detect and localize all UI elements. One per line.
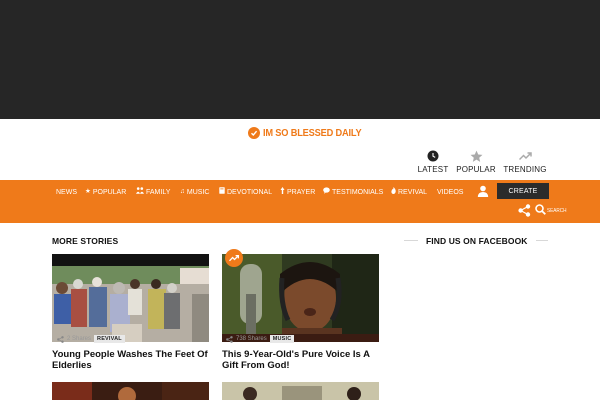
- search-button[interactable]: SEARCH: [535, 203, 570, 219]
- section-title-more-stories: MORE STORIES: [52, 236, 119, 246]
- nav-item-testimonials[interactable]: TESTIMONIALS: [323, 186, 383, 198]
- star-icon: [470, 149, 483, 163]
- story-image-elderly-feet-washing[interactable]: [52, 254, 209, 342]
- story-image-girl-singing[interactable]: [222, 254, 379, 342]
- quicknav-latest[interactable]: LATEST: [417, 149, 449, 175]
- trending-icon: [229, 249, 240, 267]
- nav-item-label: PRAYER: [287, 188, 316, 196]
- user-icon[interactable]: [477, 184, 489, 198]
- share-count: 2 Shares: [67, 335, 92, 342]
- nav-item-label: NEWS: [56, 188, 77, 196]
- section-title-facebook: FIND US ON FACEBOOK: [426, 236, 528, 246]
- search-label: SEARCH: [547, 208, 567, 214]
- trending-badge: [225, 249, 243, 267]
- nav-item-label: MUSIC: [186, 188, 210, 196]
- quicknav-latest-label: LATEST: [417, 165, 449, 174]
- story-title[interactable]: Young People Washes The Feet Of Elderlie…: [52, 349, 217, 371]
- clock-icon: [427, 149, 439, 163]
- section-divider: [404, 240, 418, 241]
- category-tag[interactable]: MUSIC: [269, 334, 295, 343]
- quicknav-trending-label: TRENDING: [503, 165, 547, 174]
- quicknav-trending[interactable]: TRENDING: [503, 149, 547, 175]
- nav-item-family[interactable]: FAMILY: [136, 186, 170, 198]
- story-meta: 738 Shares MUSIC: [226, 334, 295, 343]
- nav-item-revival[interactable]: REVIVAL: [391, 186, 427, 198]
- create-button[interactable]: CREATE: [497, 183, 549, 199]
- quicknav-popular-label: POPULAR: [456, 165, 496, 174]
- nav-item-label: TESTIMONIALS: [332, 188, 384, 196]
- flame-icon: [391, 187, 396, 197]
- search-icon: [535, 202, 546, 220]
- nav-item-devotional[interactable]: DEVOTIONAL: [219, 186, 272, 198]
- nav-item-label: VIDEOS: [437, 188, 464, 196]
- music-icon: ♫: [180, 187, 185, 195]
- check-icon: [248, 127, 260, 139]
- category-tag[interactable]: REVIVAL: [94, 334, 125, 343]
- nav-item-label: DEVOTIONAL: [227, 188, 273, 196]
- story-image[interactable]: [52, 382, 209, 400]
- nav-item-music[interactable]: ♫ MUSIC: [180, 186, 209, 198]
- header-banner-area: [0, 0, 600, 119]
- comment-icon: [323, 187, 330, 197]
- nav-item-popular[interactable]: ★ POPULAR: [85, 186, 126, 198]
- section-divider: [536, 240, 548, 241]
- nav-item-videos[interactable]: VIDEOS: [437, 186, 463, 198]
- book-icon: [219, 187, 225, 197]
- trending-icon: [518, 149, 532, 163]
- story-title[interactable]: This 9-Year-Old's Pure Voice Is A Gift F…: [222, 349, 387, 371]
- share-icon[interactable]: [518, 204, 531, 218]
- nav-item-label: POPULAR: [92, 188, 127, 196]
- main-navigation: NEWS ★ POPULAR FAMILY ♫ MUSIC DEVOTIONAL…: [0, 180, 600, 223]
- family-icon: [136, 187, 144, 197]
- nav-item-prayer[interactable]: PRAYER: [280, 186, 315, 198]
- share-icon: [57, 330, 64, 348]
- nav-item-label: FAMILY: [146, 188, 171, 196]
- nav-item-label: REVIVAL: [398, 188, 428, 196]
- prayer-icon: [280, 187, 285, 197]
- site-logo-text: IM SO BLESSED DAILY: [263, 127, 362, 139]
- site-logo[interactable]: IM SO BLESSED DAILY: [248, 126, 375, 140]
- story-image[interactable]: [222, 382, 379, 400]
- star-icon: ★: [85, 187, 91, 195]
- story-meta: 2 Shares REVIVAL: [57, 334, 125, 343]
- nav-item-news[interactable]: NEWS: [56, 186, 77, 198]
- share-count: 738 Shares: [236, 335, 267, 342]
- quicknav-popular[interactable]: POPULAR: [456, 149, 496, 175]
- share-icon: [226, 330, 233, 348]
